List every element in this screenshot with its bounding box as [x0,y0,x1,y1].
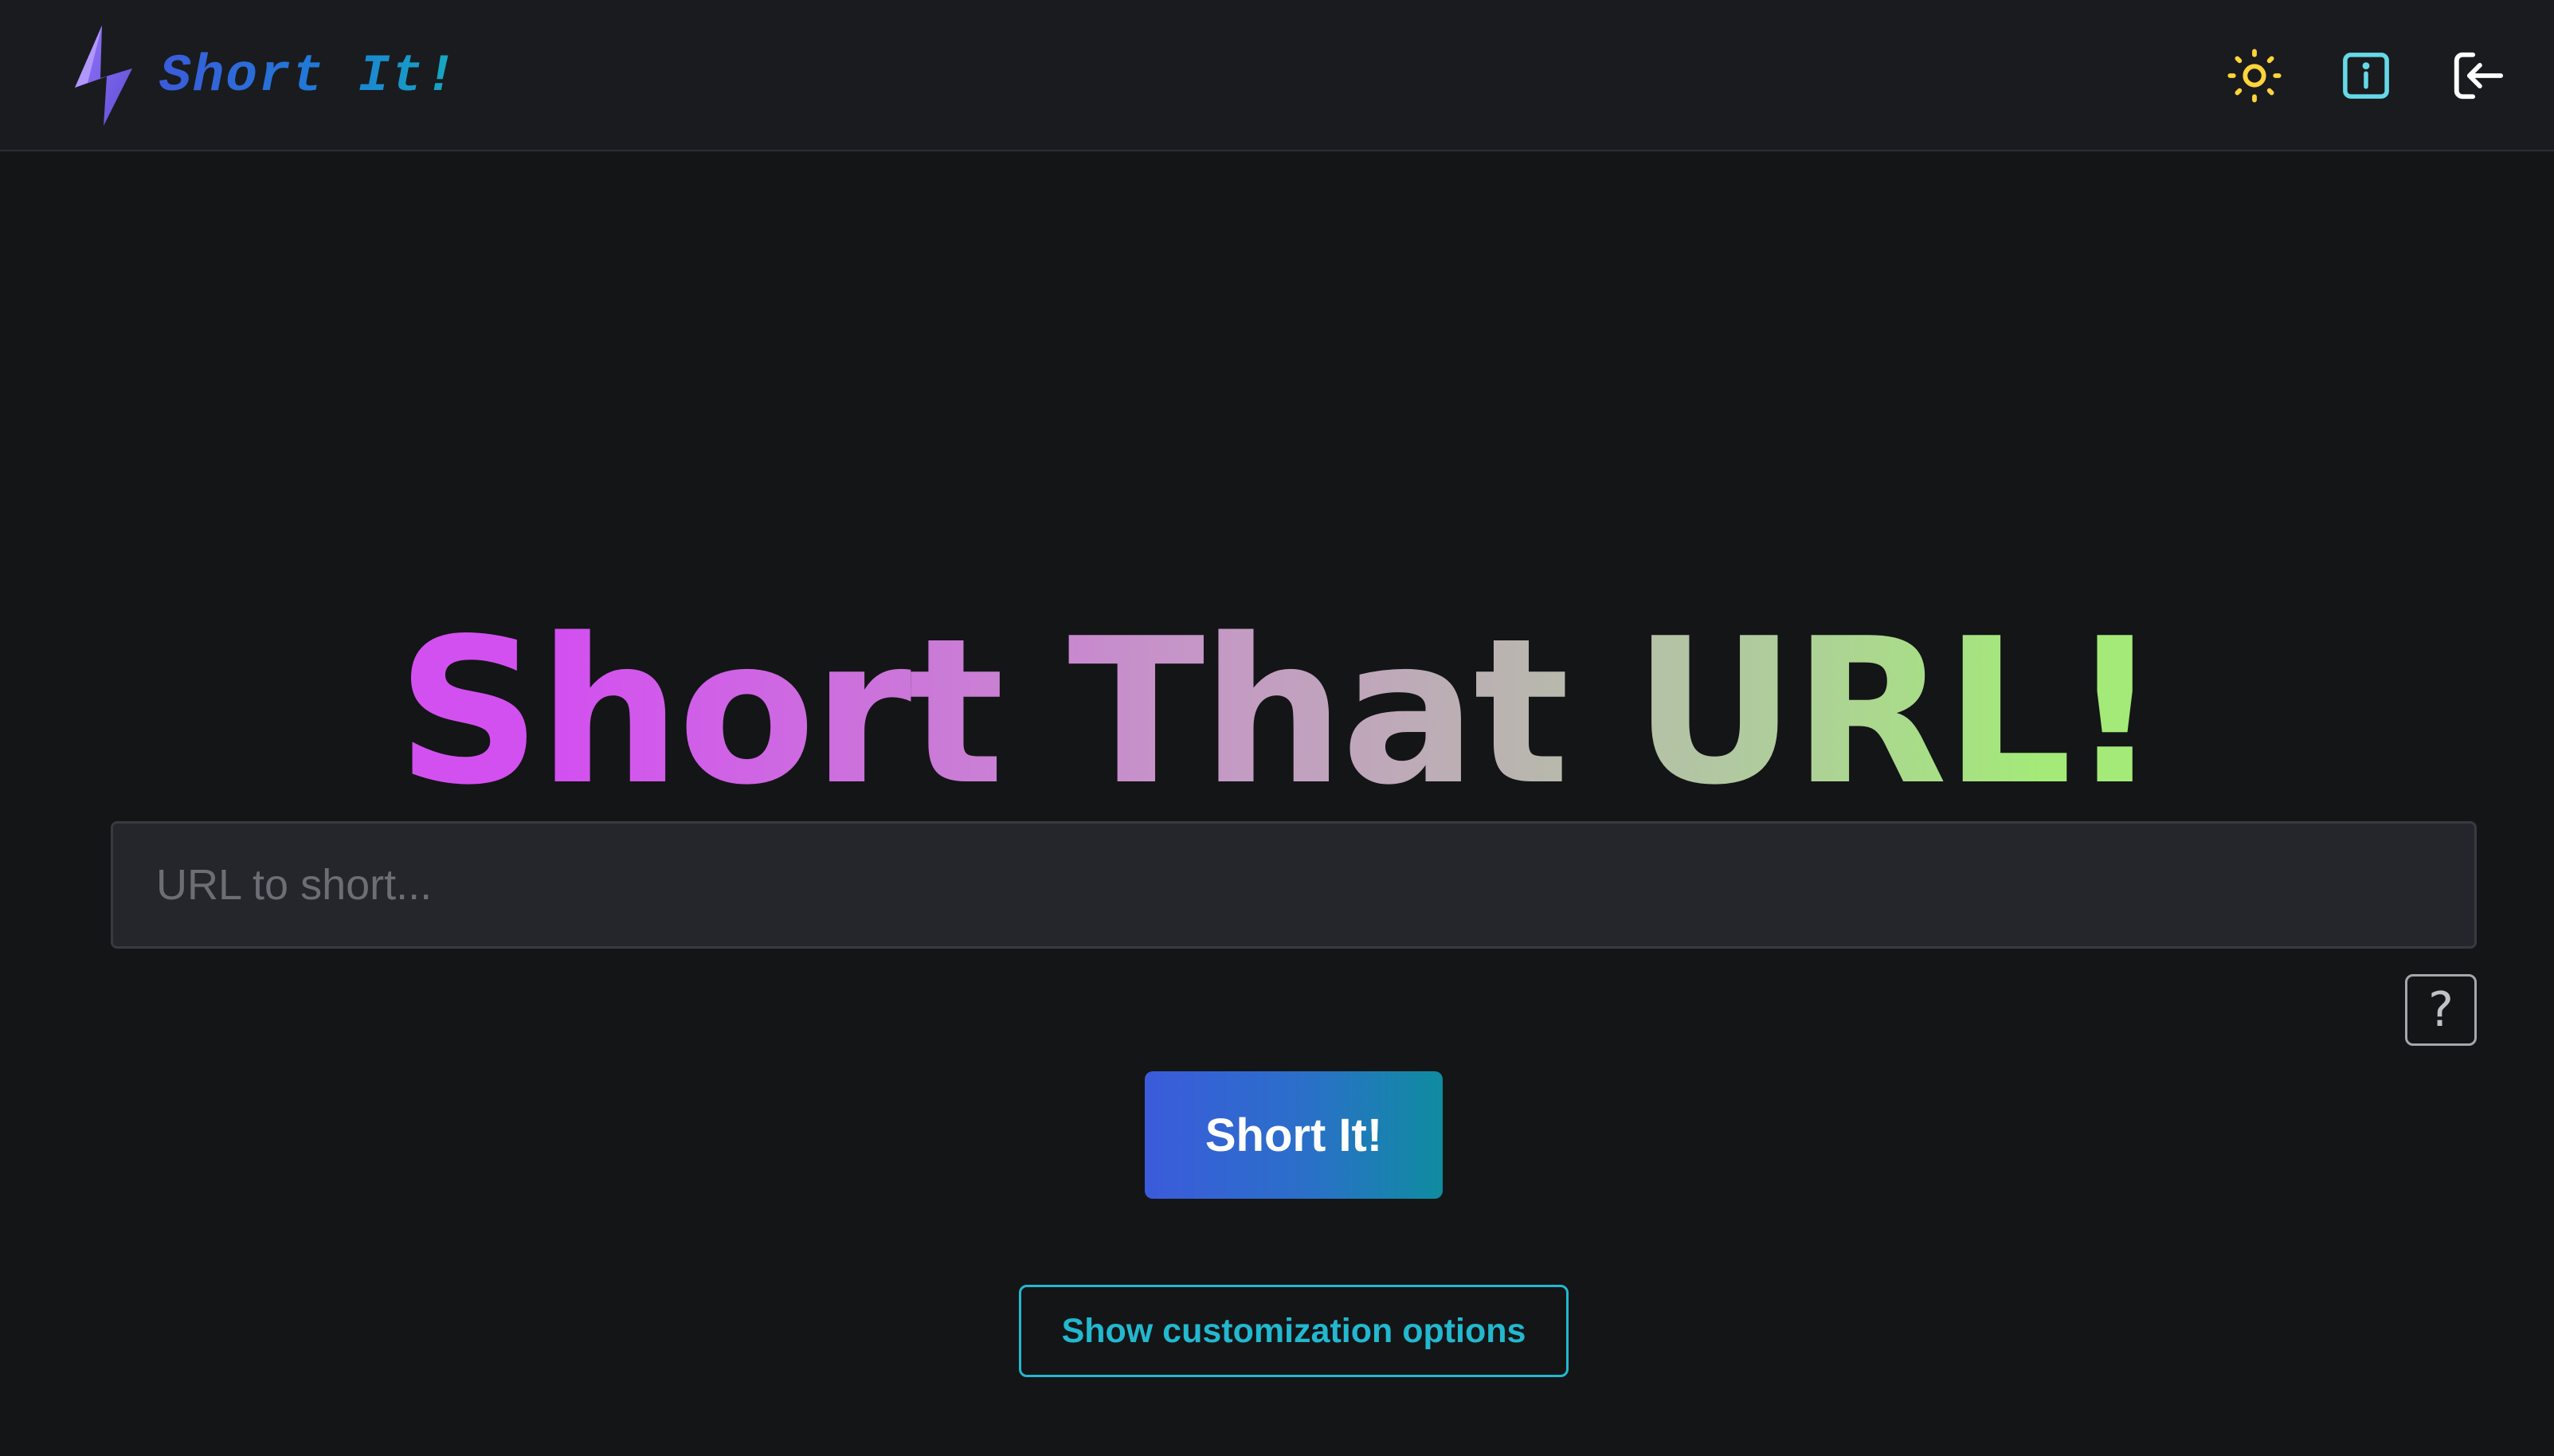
short-it-submit-button[interactable]: Short It! [1145,1071,1443,1199]
help-button[interactable]: ? [2405,974,2477,1046]
brand-title: Short It! [159,45,458,106]
top-navbar: Short It! [0,0,2554,151]
brand-home-link[interactable]: Short It! [72,22,457,129]
lightning-bolt-logo-icon [72,22,135,129]
hero-title: Short That URL! [0,612,2554,813]
login-icon [2454,52,2504,100]
info-button[interactable] [2337,40,2395,112]
sun-icon [2227,49,2282,103]
theme-toggle-button[interactable] [2226,40,2283,112]
show-customization-options-button[interactable]: Show customization options [1019,1285,1569,1377]
info-square-icon [2343,53,2389,99]
header-actions [2226,40,2506,112]
login-button[interactable] [2449,40,2506,112]
url-input[interactable] [111,821,2477,949]
